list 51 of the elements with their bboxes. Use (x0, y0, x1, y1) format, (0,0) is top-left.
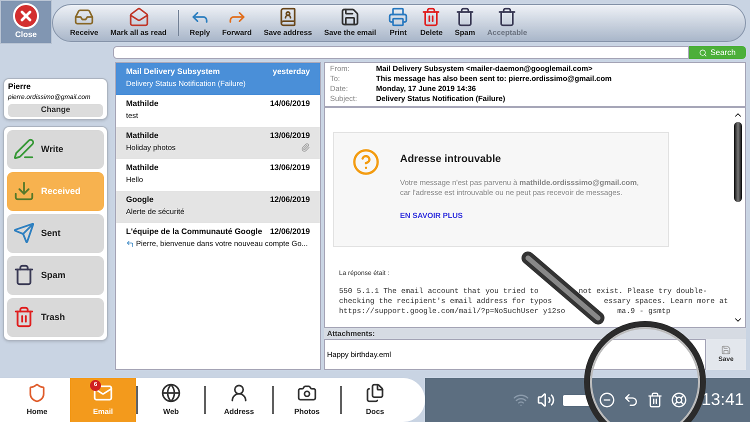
scroll-thumb[interactable] (734, 122, 742, 202)
inbox-icon (13, 180, 35, 202)
sender-name: Google (126, 194, 154, 206)
documents-icon (365, 382, 385, 403)
message-date: 13/06/2019 (270, 162, 310, 174)
message-date: 12/06/2019 (270, 226, 310, 238)
trash-icon (13, 306, 35, 328)
printer-icon (388, 7, 408, 28)
sender-name: Mathilde (126, 98, 158, 110)
notice-title: Adresse introuvable (400, 152, 502, 167)
folder-button[interactable]: Spam (7, 256, 104, 295)
pen-icon (13, 138, 35, 160)
sender-name: Mathilde (126, 130, 158, 142)
trash-icon (421, 7, 442, 28)
curved-arrow-icon (623, 392, 640, 408)
camera-icon (297, 382, 317, 403)
search-field[interactable] (113, 46, 689, 59)
lifebuoy-icon (671, 392, 688, 408)
account-name: Pierre (8, 81, 32, 93)
trash-icon (647, 392, 664, 408)
bin-icon (13, 264, 35, 286)
change-button[interactable]: Change (8, 104, 103, 117)
clock: 13:41 (701, 389, 744, 412)
inbox-icon (74, 7, 94, 28)
send-icon (13, 222, 35, 244)
close-icon (13, 3, 39, 29)
message-date: 12/06/2019 (270, 194, 310, 206)
save-icon (340, 7, 360, 28)
shield-icon (27, 382, 47, 403)
envelope-icon (93, 382, 113, 403)
bin-icon (497, 7, 518, 28)
person-icon (229, 382, 249, 403)
folder-button[interactable]: Trash (7, 298, 104, 337)
sender-name: L'équipe de la Communauté Google (126, 226, 262, 238)
folder-button[interactable]: Sent (7, 214, 104, 253)
address-book-icon (278, 7, 298, 28)
sender-name: Mail Delivery Subsystem (126, 66, 220, 78)
wifi-icon (513, 392, 530, 408)
globe-icon (161, 382, 181, 403)
save-icon (721, 344, 731, 355)
question-note-icon (352, 148, 380, 176)
minus-circle-icon (599, 392, 616, 408)
message-date: 14/06/2019 (270, 98, 310, 110)
message-date: 13/06/2019 (270, 130, 310, 142)
search-icon (699, 48, 708, 56)
speaker-icon (537, 391, 556, 409)
bin-icon (454, 7, 475, 28)
message-date: yesterday (272, 66, 310, 78)
sender-name: Mathilde (126, 162, 158, 174)
folder-button[interactable]: Write (7, 130, 104, 169)
open-envelope-icon (128, 7, 148, 28)
